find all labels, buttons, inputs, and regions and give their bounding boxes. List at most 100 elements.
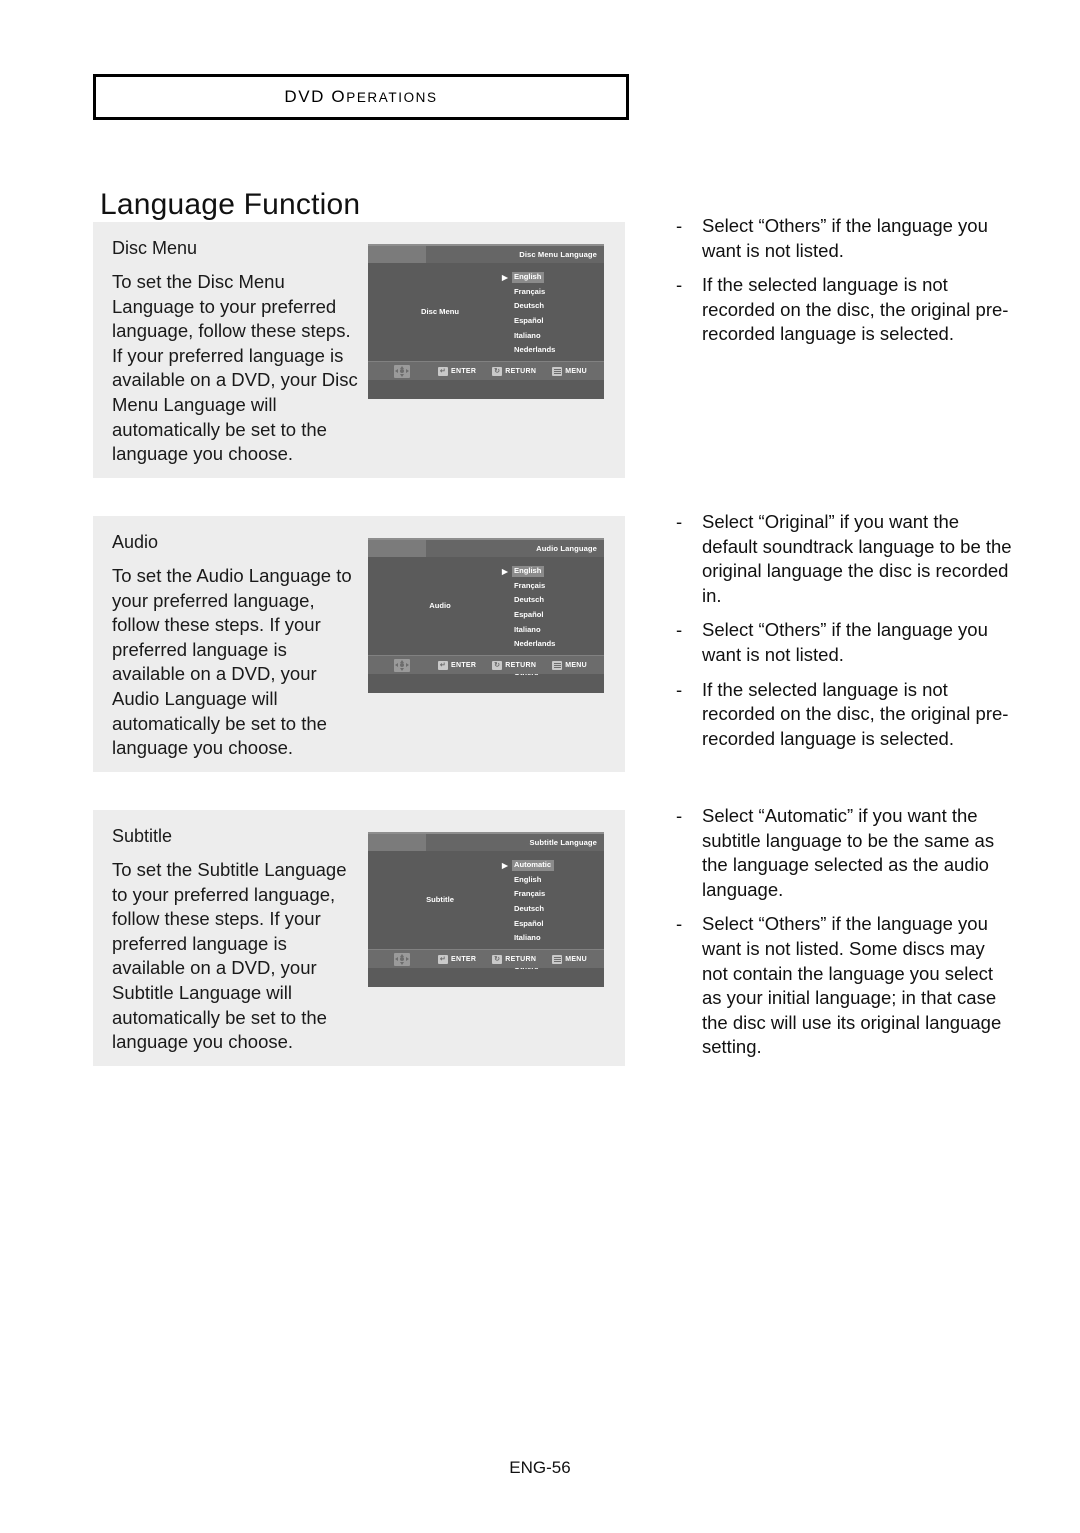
osd-key-enter[interactable]: ↵ ENTER [438,660,476,670]
note-text: Select “Automatic” if you want the subti… [702,805,995,900]
osd-topbar-right-block: Subtitle Language [426,834,604,851]
osd-list-item-label: Italiano [514,624,541,634]
osd-topbar-left-block [368,540,426,557]
note-bullet: - If the selected language is not recorde… [672,273,1012,347]
osd-list-item[interactable]: Nederlands [502,343,558,358]
chapter-title-prefix: DVD [284,87,326,106]
page-footer: ENG-56 [509,1458,571,1477]
osd-key-menu[interactable]: MENU [552,366,588,376]
note-bullet: - Select “Others” if the language you wan… [672,618,1012,667]
osd-list-item-label: Deutsch [514,904,544,914]
note-bullet: - Select “Original” if you want the defau… [672,510,1012,608]
note-text: Select “Others” if the language you want… [702,913,1002,1058]
chapter-title: DVD OPERATIONS [284,87,437,107]
note-text: Select “Original” if you want the defaul… [702,511,1012,606]
osd-list-item[interactable]: ▶ Automatic [502,858,558,873]
osd-category-label: Disc Menu [421,307,459,316]
osd-list-item-label: Nederlands [514,639,556,649]
chapter-title-word-initial: O [331,87,347,106]
menu-key-icon [552,660,563,670]
note-bullet: - Select “Automatic” if you want the subt… [672,804,1012,902]
osd-list-item-label: Italiano [514,330,541,340]
return-key-icon: ↻ [492,954,503,964]
osd-language-list: ▶ English Français Deutsch Español Italia… [502,270,558,372]
osd-list-item[interactable]: ▶ English [502,270,558,285]
osd-list-item[interactable]: Italiano [502,328,558,343]
notes-disc-menu: - Select “Others” if the language you wan… [672,214,1012,357]
osd-key-return[interactable]: ↻ RETURN [492,660,537,670]
osd-list-item[interactable]: Nederlands [502,637,558,652]
menu-key-icon [552,366,563,376]
note-bullet: - Select “Others” if the language you wan… [672,912,1012,1060]
bullet-dash: - [676,805,683,826]
chapter-header-box: DVD OPERATIONS [93,74,629,120]
note-text: Select “Others” if the language you want… [702,619,988,665]
osd-main: Disc Menu ▶ English Français Deutsch Espa… [368,263,604,380]
osd-bottombar: ↵ ENTER ↻ RETURN MENU [368,655,604,674]
note-bullet: - Select “Others” if the language you wan… [672,214,1012,263]
osd-key-enter[interactable]: ↵ ENTER [438,366,477,376]
osd-list-item[interactable]: ▶ English [502,564,558,579]
osd-list-item[interactable]: Français [502,887,558,902]
osd-list-item-label: Automatic [512,859,555,871]
osd-list-item-label: Español [514,610,544,620]
section-label: Audio [112,532,159,552]
osd-list-item[interactable]: Français [502,285,558,300]
osd-list-item[interactable]: Español [502,608,558,623]
selection-marker-icon: ▶ [502,860,508,870]
selection-marker-icon: ▶ [502,272,508,282]
osd-list-item-label: English [512,271,545,283]
osd-bottombar: ↵ ENTER ↻ RETURN MENU [368,361,604,380]
osd-list-item[interactable]: English [502,873,558,888]
osd-list-item-label: English [514,874,542,884]
return-key-icon: ↻ [492,366,503,376]
menu-key-icon [552,954,563,964]
osd-list-item[interactable]: Español [502,314,558,329]
osd-key-return[interactable]: ↻ RETURN [492,954,537,964]
bullet-dash: - [676,678,683,700]
osd-main: Audio ▶ English Français Deutsch Español … [368,557,604,677]
osd-main: Subtitle ▶ Automatic English Français Deu… [368,851,604,971]
osd-key-label: RETURN [505,661,537,669]
osd-list-item[interactable]: Français [502,579,558,594]
notes-audio: - Select “Original” if you want the defau… [672,510,1012,761]
dpad-icon [394,658,410,672]
bullet-dash: - [676,215,683,236]
osd-topbar: Audio Language [368,540,604,557]
section-label: Subtitle [112,826,173,846]
osd-key-label: MENU [565,661,588,669]
section-disc-menu: Disc Menu To set the Disc Menu Language … [93,222,625,478]
osd-key-label: RETURN [505,955,537,963]
osd-key-enter[interactable]: ↵ ENTER [438,954,476,964]
osd-list-item-label: Italiano [514,933,541,943]
osd-topbar-left-block [368,834,426,851]
osd-list-item-label: Nederlands [514,345,556,355]
osd-key-label: MENU [565,955,588,963]
osd-key-label: MENU [565,367,588,375]
osd-topbar: Subtitle Language [368,834,604,851]
dpad-icon [394,364,410,378]
osd-list-item[interactable]: Deutsch [502,593,558,608]
enter-key-icon: ↵ [438,660,448,670]
section-subtitle: Subtitle To set the Subtitle Language to… [93,810,625,1066]
chapter-title-word: OPERATIONS [331,87,437,106]
osd-list-item[interactable]: Italiano [502,622,558,637]
enter-key-icon: ↵ [438,366,448,376]
osd-key-menu[interactable]: MENU [552,660,588,670]
osd-key-return[interactable]: ↻ RETURN [492,366,537,376]
dpad-icon [394,952,410,966]
osd-list-item[interactable]: Español [502,916,558,931]
osd-key-label: ENTER [451,367,477,375]
osd-list-item-label: Français [514,580,546,590]
osd-topbar-left-block [368,246,426,263]
section-audio: Audio To set the Audio Language to your … [93,516,625,772]
osd-list-item[interactable]: Deutsch [502,299,558,314]
page-title: Language Function [100,188,361,222]
osd-title: Disc Menu Language [519,250,597,259]
osd-list-item[interactable]: Deutsch [502,902,558,917]
section-label: Disc Menu [112,238,198,258]
osd-key-label: RETURN [505,367,537,375]
osd-key-menu[interactable]: MENU [552,954,588,964]
bullet-dash: - [676,274,683,296]
osd-list-item[interactable]: Italiano [502,931,558,946]
